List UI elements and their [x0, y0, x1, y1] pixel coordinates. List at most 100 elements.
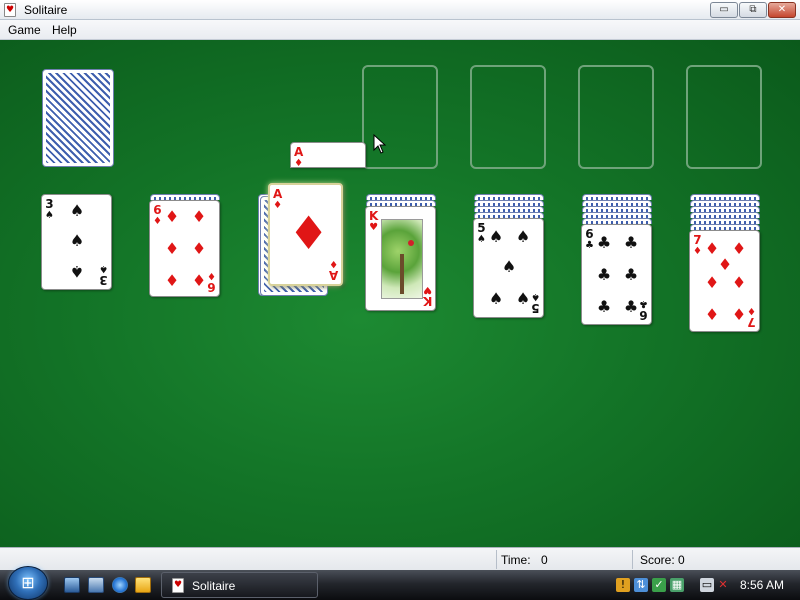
- stock-pile[interactable]: [42, 69, 114, 167]
- card-rank: 6: [585, 227, 594, 241]
- diamond-icon: ♦: [731, 239, 747, 258]
- club-icon: ♣: [596, 233, 612, 252]
- close-button[interactable]: ✕: [768, 2, 796, 18]
- spade-icon: ♠: [69, 262, 85, 281]
- card-suit: ♦: [207, 270, 216, 281]
- card-suit: ♥: [369, 222, 379, 233]
- maximize-button[interactable]: ⧉: [739, 2, 767, 18]
- foundation-slot-4[interactable]: [686, 65, 762, 169]
- spade-icon: ♠: [488, 289, 504, 308]
- card-rank: 3: [45, 197, 54, 211]
- menu-help[interactable]: Help: [52, 23, 77, 37]
- start-button[interactable]: [8, 566, 48, 600]
- media-player-icon[interactable]: [135, 577, 151, 593]
- time-label: Time:: [501, 553, 531, 567]
- card-rank: K: [369, 209, 379, 223]
- score-label: Score: 0: [640, 553, 685, 567]
- foundation-slot-2[interactable]: [470, 65, 546, 169]
- spade-icon: ♠: [69, 231, 85, 250]
- card-suit: ♣: [639, 298, 648, 309]
- status-divider: [496, 550, 497, 569]
- mouse-cursor-icon: [373, 134, 387, 154]
- tree-trunk: [400, 254, 404, 294]
- diamond-icon: ♦: [164, 207, 180, 226]
- taskbar-item-solitaire[interactable]: ♥ Solitaire: [161, 572, 318, 598]
- diamond-icon: ♦: [191, 207, 207, 226]
- solitaire-app-icon: ♥: [4, 3, 16, 17]
- solitaire-app-icon: ♥: [172, 578, 184, 593]
- spade-icon: ♠: [488, 227, 504, 246]
- tableau-card-2[interactable]: 6 ♦ ♦ ♦ ♦ ♦ ♦ ♦ 6 ♦: [149, 200, 220, 297]
- waste-card-corner: A ♦: [294, 145, 304, 168]
- taskbar-item-label: Solitaire: [192, 579, 236, 593]
- network-icon[interactable]: ⇅: [634, 578, 648, 592]
- status-divider: [632, 550, 633, 569]
- club-icon: ♣: [596, 265, 612, 284]
- club-icon: ♣: [623, 233, 639, 252]
- title-bar: ♥ Solitaire ▭ ⧉ ✕: [0, 0, 800, 20]
- volume-muted-icon[interactable]: ✕: [716, 578, 730, 592]
- taskbar-clock[interactable]: 8:56 AM: [740, 578, 784, 592]
- menu-game[interactable]: Game: [8, 23, 41, 37]
- spade-icon: ♠: [69, 201, 85, 220]
- card-rank: 7: [747, 315, 756, 329]
- card-rank: 5: [477, 221, 486, 235]
- card-suit: ♦: [328, 258, 338, 269]
- card-suit: ♠: [477, 234, 486, 245]
- card-rank: 6: [207, 280, 216, 294]
- menu-bar: Game Help: [0, 20, 800, 40]
- tableau-card-6[interactable]: 6 ♣ ♣ ♣ ♣ ♣ ♣ ♣ 6 ♣: [581, 224, 652, 325]
- tableau-card-4[interactable]: K ♥ K ♥: [365, 206, 436, 311]
- club-icon: ♣: [623, 265, 639, 284]
- king-artwork: [381, 219, 423, 299]
- card-suit: ♦: [273, 200, 283, 211]
- update-icon[interactable]: ✓: [652, 578, 666, 592]
- diamond-icon: ♦: [731, 305, 747, 324]
- security-shield-icon[interactable]: !: [616, 578, 630, 592]
- spade-icon: ♠: [501, 257, 517, 276]
- card-suit: ♦: [153, 216, 162, 227]
- card-rank: 3: [99, 273, 108, 287]
- window-title: Solitaire: [24, 3, 68, 17]
- club-icon: ♣: [623, 297, 639, 316]
- status-bar: Time: 0 Score: 0: [0, 547, 800, 570]
- card-suit: ♠: [99, 263, 108, 274]
- diamond-icon: ♦: [717, 255, 733, 274]
- card-suit: ♦: [693, 246, 702, 257]
- diamond-icon: ♦: [191, 239, 207, 258]
- switch-windows-icon[interactable]: [88, 577, 104, 593]
- club-icon: ♣: [596, 297, 612, 316]
- waste-card-suit: ♦: [294, 158, 304, 168]
- card-suit: ♦: [747, 305, 756, 316]
- time-value: 0: [541, 553, 548, 567]
- card-rank: 5: [531, 301, 540, 315]
- diamond-icon: ♦: [191, 271, 207, 290]
- waste-card-rank: A: [294, 145, 304, 159]
- card-rank: 7: [693, 233, 702, 247]
- card-rank: A: [328, 268, 338, 282]
- display-icon[interactable]: ▭: [700, 578, 714, 592]
- tableau-card-7[interactable]: 7 ♦ ♦ ♦ ♦ ♦ ♦ ♦ ♦ 7 ♦: [689, 230, 760, 332]
- diamond-icon: ♦: [164, 239, 180, 258]
- card-suit: ♠: [45, 210, 54, 221]
- waste-card[interactable]: A ♦: [290, 142, 366, 168]
- card-suit: ♣: [585, 240, 594, 251]
- diamond-icon: ♦: [704, 273, 720, 292]
- card-rank: 6: [153, 203, 162, 217]
- minimize-button[interactable]: ▭: [710, 2, 738, 18]
- diamond-icon: ♦: [731, 273, 747, 292]
- spade-icon: ♠: [515, 289, 531, 308]
- card-rank: A: [273, 187, 283, 201]
- foundation-slot-3[interactable]: [578, 65, 654, 169]
- tableau-card-5[interactable]: 5 ♠ ♠ ♠ ♠ ♠ ♠ 5 ♠: [473, 218, 544, 318]
- tableau-card-1[interactable]: 3 ♠ ♠ ♠ ♠ 3 ♠: [41, 194, 112, 290]
- show-desktop-icon[interactable]: [64, 577, 80, 593]
- card-rank: 6: [639, 308, 648, 322]
- spade-icon: ♠: [515, 227, 531, 246]
- card-suit: ♠: [531, 291, 540, 302]
- device-icon[interactable]: ▦: [670, 578, 684, 592]
- dragged-card[interactable]: A ♦ ♦ A ♦: [268, 183, 343, 286]
- card-suit: ♥: [422, 284, 432, 295]
- diamond-icon: ♦: [164, 271, 180, 290]
- internet-explorer-icon[interactable]: [112, 577, 128, 593]
